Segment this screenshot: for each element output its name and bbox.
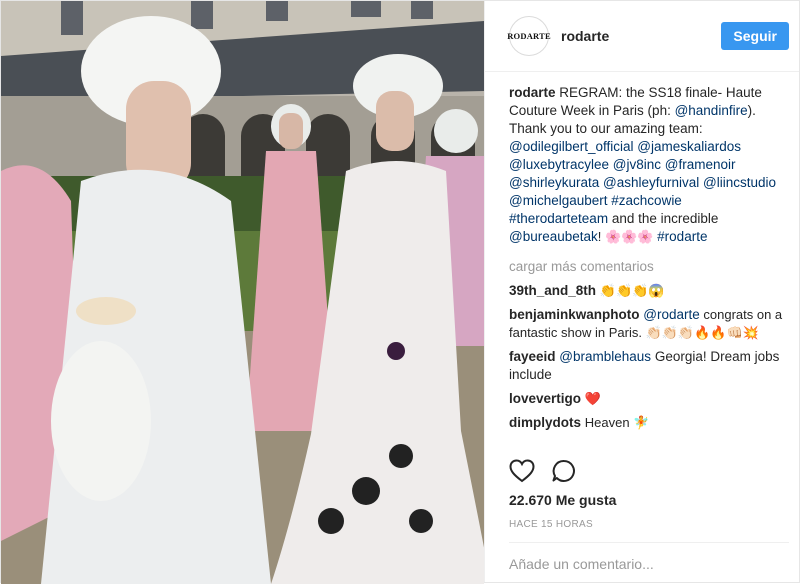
runway-photo-illustration (1, 1, 484, 584)
heart-outline-icon[interactable] (509, 459, 535, 483)
mention-link[interactable]: @liincstudio (703, 175, 776, 190)
mention-link[interactable]: @jv8inc (613, 157, 661, 172)
mention-link[interactable]: @framenoir (665, 157, 736, 172)
username-link[interactable]: rodarte (561, 28, 609, 44)
caption: rodarte REGRAM: the SS18 finale- Haute C… (509, 84, 783, 246)
mention-link[interactable]: @bureaubetak (509, 229, 598, 244)
avatar-logo-text: RODARTE (507, 31, 551, 41)
comment-text: Heaven 🧚 (584, 415, 650, 430)
comment: benjaminkwanphoto @rodarte congrats on a… (509, 306, 783, 342)
hashtag-link[interactable]: #zachcowie (611, 193, 682, 208)
post-actions (509, 459, 577, 483)
comment-username[interactable]: lovevertigo (509, 391, 581, 406)
mention-link[interactable]: @shirleykurata (509, 175, 599, 190)
comment-username[interactable]: 39th_and_8th (509, 283, 596, 298)
comment-username[interactable]: benjaminkwanphoto (509, 307, 640, 322)
mention-link[interactable]: @luxebytracylee (509, 157, 609, 172)
mention-link[interactable]: @bramblehaus (559, 349, 651, 364)
post-timestamp[interactable]: HACE 15 HORAS (509, 519, 593, 530)
caption-username[interactable]: rodarte (509, 85, 556, 100)
mention-link[interactable]: @rodarte (643, 307, 699, 322)
comment-username[interactable]: dimplydots (509, 415, 581, 430)
post-photo[interactable] (1, 1, 484, 584)
likes-count[interactable]: 22.670 Me gusta (509, 492, 616, 508)
comment: lovevertigo ❤️ (509, 390, 783, 408)
comment-text: 👏👏👏😱 (599, 283, 665, 298)
follow-button[interactable]: Seguir (721, 22, 789, 50)
comment: fayeeid @bramblehaus Georgia! Dream jobs… (509, 348, 783, 384)
mention-link[interactable]: @odilegilbert_official (509, 139, 634, 154)
load-more-comments[interactable]: cargar más comentarios (509, 258, 783, 276)
hashtag-link[interactable]: #therodarteteam (509, 211, 608, 226)
comment-username[interactable]: fayeeid (509, 349, 556, 364)
avatar[interactable]: RODARTE (507, 16, 551, 56)
hashtag-link[interactable]: #rodarte (657, 229, 707, 244)
instagram-post: RODARTE rodarte Seguir rodarte REGRAM: t… (0, 0, 800, 584)
add-comment-bar (509, 542, 789, 585)
comments-list: rodarte REGRAM: the SS18 finale- Haute C… (485, 72, 799, 438)
caption-text: and the incredible (608, 211, 719, 226)
mention-link[interactable]: @handinfire (675, 103, 748, 118)
comment-input[interactable] (509, 556, 789, 572)
mention-link[interactable]: @michelgaubert (509, 193, 608, 208)
caption-text: ! 🌸🌸🌸 (597, 229, 658, 244)
post-side-panel: RODARTE rodarte Seguir rodarte REGRAM: t… (484, 1, 799, 582)
comment: dimplydots Heaven 🧚 (509, 414, 783, 432)
comment-text: ❤️ (584, 391, 601, 406)
mention-link[interactable]: @jameskaliardos (637, 139, 741, 154)
comment: 39th_and_8th 👏👏👏😱 (509, 282, 783, 300)
mention-link[interactable]: @ashleyfurnival (603, 175, 699, 190)
post-header: RODARTE rodarte Seguir (485, 1, 799, 72)
speech-bubble-icon[interactable] (551, 459, 577, 483)
